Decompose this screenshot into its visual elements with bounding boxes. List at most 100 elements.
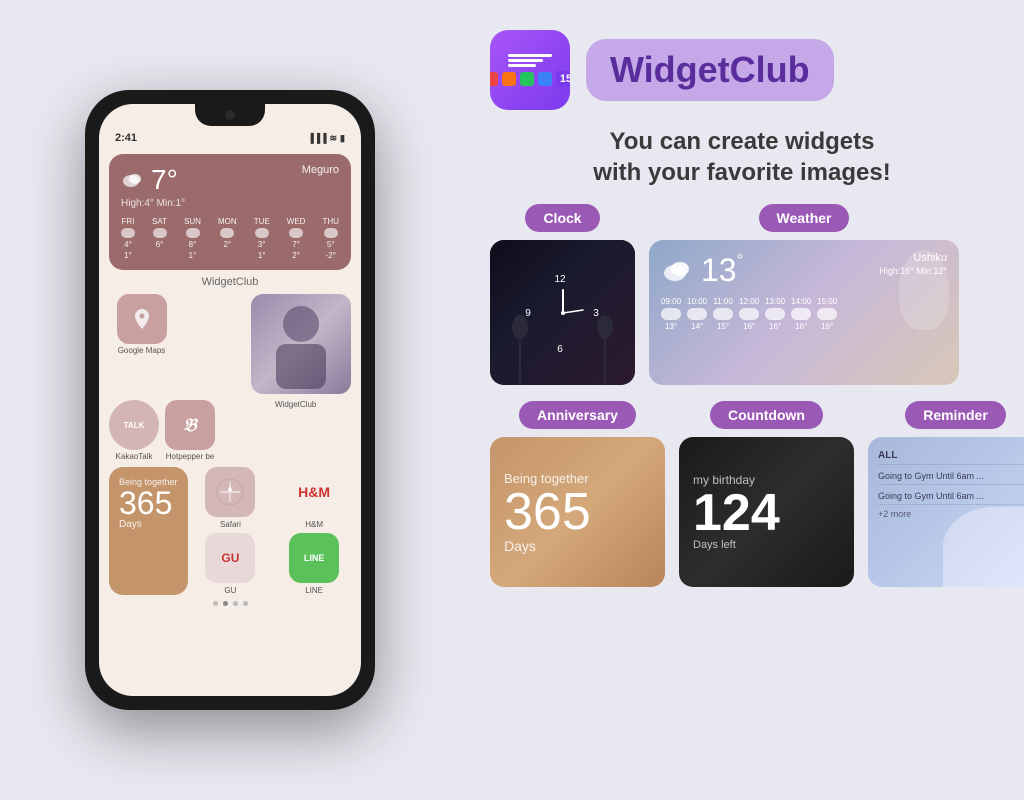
countdown-label: Days left <box>693 539 840 551</box>
anniversary-preview: Being together 365 Days <box>490 437 665 587</box>
weather-badge: Weather <box>759 204 850 232</box>
photo-placeholder <box>251 294 351 394</box>
reminder-more: +2 more <box>878 509 1024 519</box>
reminder-item-1: Going to Gym Until 6am ... <box>878 468 1024 485</box>
kakao-label: KakaoTalk <box>116 452 153 461</box>
reminder-widget-col: Reminder ALL Going to Gym Until 6am ... … <box>868 401 1024 587</box>
hotpepper-icon: 𝔅 <box>165 400 215 450</box>
reminder-all: ALL <box>878 447 1024 465</box>
kakao-app-item[interactable]: TALK KakaoTalk <box>109 400 159 461</box>
widgetclub-screen-label: WidgetClub <box>99 276 361 288</box>
top-widget-row: Clock 12 3 6 9 <box>490 204 994 385</box>
cloud-icon <box>121 171 145 189</box>
weather-temp-number: 13 <box>701 252 737 289</box>
phone-screen: 2:41 ▐▐▐ ≋ ▮ 7° <box>99 104 361 696</box>
weather-preview: 13° Ushiku High:16° Min:12° 09:0013° 10:… <box>649 240 959 385</box>
clock-preview: 12 3 6 9 <box>490 240 635 385</box>
flower-background <box>943 507 1024 587</box>
line-icon-btn: LINE <box>289 533 339 583</box>
line-item[interactable]: LINE LINE <box>289 533 339 595</box>
phone-anniversary-widget: Being together 365 Days <box>109 467 188 595</box>
bottom-section: Being together 365 Days <box>109 467 351 595</box>
phone-weather-location: Meguro <box>302 164 339 176</box>
countdown-number: 124 <box>693 487 840 539</box>
tagline: You can create widgets with your favorit… <box>490 126 994 188</box>
maps-pin-icon <box>130 307 154 331</box>
phone-frame: 2:41 ▐▐▐ ≋ ▮ 7° <box>85 90 375 710</box>
anniversary-being-text: Being together <box>504 471 651 486</box>
wifi-icon: ≋ <box>330 133 338 144</box>
app-grid: Google Maps <box>109 294 351 394</box>
icon-line-2 <box>508 59 543 62</box>
battery-icon: ▮ <box>340 133 345 144</box>
anniversary-days-text: Days <box>504 538 651 554</box>
widgetclub-app-item[interactable]: WidgetClub <box>275 400 316 461</box>
green-dot <box>520 72 534 86</box>
phone-days-label: Days <box>119 519 178 530</box>
app-name-bubble: WidgetClub <box>586 39 834 101</box>
small-apps-row1: Safari H&M H&M <box>194 467 351 529</box>
photo-widget <box>251 294 351 394</box>
widgetclub-app-icon[interactable]: 15 <box>490 30 570 110</box>
hm-label: H&M <box>305 520 323 529</box>
weather-widget-col: Weather 13° Ushiku High:16° Min <box>649 204 959 385</box>
gu-item[interactable]: GU GU <box>205 533 255 595</box>
widgetclub-app-label: WidgetClub <box>275 400 316 409</box>
hm-icon-btn: H&M <box>289 467 339 517</box>
red-dot <box>490 72 498 86</box>
countdown-title: my birthday <box>693 473 840 487</box>
tagline-line2: with your favorite images! <box>490 157 994 188</box>
weather-preview-temp: 13° <box>701 252 743 289</box>
hotpepper-label: Hotpepper be <box>166 452 214 461</box>
icon-color-dots: 15 <box>490 71 570 87</box>
line-label: LINE <box>305 586 323 595</box>
phone-days-number: 365 <box>119 487 178 519</box>
app-row-2: TALK KakaoTalk 𝔅 Hotpepper be WidgetClub <box>109 400 351 461</box>
countdown-widget-col: Countdown my birthday 124 Days left <box>679 401 854 587</box>
dot-4 <box>243 601 248 606</box>
maps-label: Google Maps <box>118 346 166 355</box>
safari-compass-icon <box>216 478 244 506</box>
countdown-badge: Countdown <box>710 401 823 429</box>
phone-weather-days: FRI4°1° SAT6° SUN8°1° MON2° TUE3°1° WED7… <box>121 217 339 260</box>
phone-weather-desc: High:4° Min:1° <box>121 198 185 209</box>
gu-icon-btn: GU <box>205 533 255 583</box>
safari-item[interactable]: Safari <box>205 467 255 529</box>
phone-camera <box>225 110 235 120</box>
clock-badge: Clock <box>525 204 599 232</box>
icon-line-3 <box>508 64 536 67</box>
maps-app-item[interactable]: Google Maps <box>109 294 174 355</box>
weather-widget: 7° High:4° Min:1° Meguro FRI4°1° SAT6° S… <box>109 154 351 270</box>
icon-line-1 <box>508 54 552 57</box>
dot-1 <box>213 601 218 606</box>
phone-being-text: Being together <box>119 477 178 487</box>
reminder-badge: Reminder <box>905 401 1006 429</box>
page-dots <box>99 601 361 606</box>
gu-label: GU <box>224 586 236 595</box>
countdown-preview: my birthday 124 Days left <box>679 437 854 587</box>
phone-section: 2:41 ▐▐▐ ≋ ▮ 7° <box>0 0 460 800</box>
orange-dot <box>502 72 516 86</box>
svg-text:12: 12 <box>554 274 566 285</box>
svg-text:9: 9 <box>525 308 531 319</box>
bunny-decoration <box>899 250 949 330</box>
phone-notch <box>195 104 265 126</box>
clock-widget-col: Clock 12 3 6 9 <box>490 204 635 385</box>
dot-3 <box>233 601 238 606</box>
right-section: 15 WidgetClub You can create widgets wit… <box>460 0 1024 800</box>
phone-weather-temp: 7° <box>151 164 178 196</box>
tagline-line1: You can create widgets <box>490 126 994 157</box>
version-badge: 15 <box>556 71 570 87</box>
clock-face-svg: 12 3 6 9 <box>518 268 608 358</box>
reminder-preview: ALL Going to Gym Until 6am ... Going to … <box>868 437 1024 587</box>
small-apps-grid: Safari H&M H&M GU GU LINE <box>194 467 351 595</box>
small-apps-row2: GU GU LINE LINE <box>194 533 351 595</box>
anniversary-badge: Anniversary <box>519 401 636 429</box>
hm-item[interactable]: H&M H&M <box>289 467 339 529</box>
safari-icon-btn <box>205 467 255 517</box>
app-name-text: WidgetClub <box>610 49 810 90</box>
status-icons: ▐▐▐ ≋ ▮ <box>307 133 345 144</box>
hotpepper-app-item[interactable]: 𝔅 Hotpepper be <box>165 400 215 461</box>
signal-icon: ▐▐▐ <box>307 133 326 143</box>
weather-preview-cloud-icon <box>661 259 693 283</box>
